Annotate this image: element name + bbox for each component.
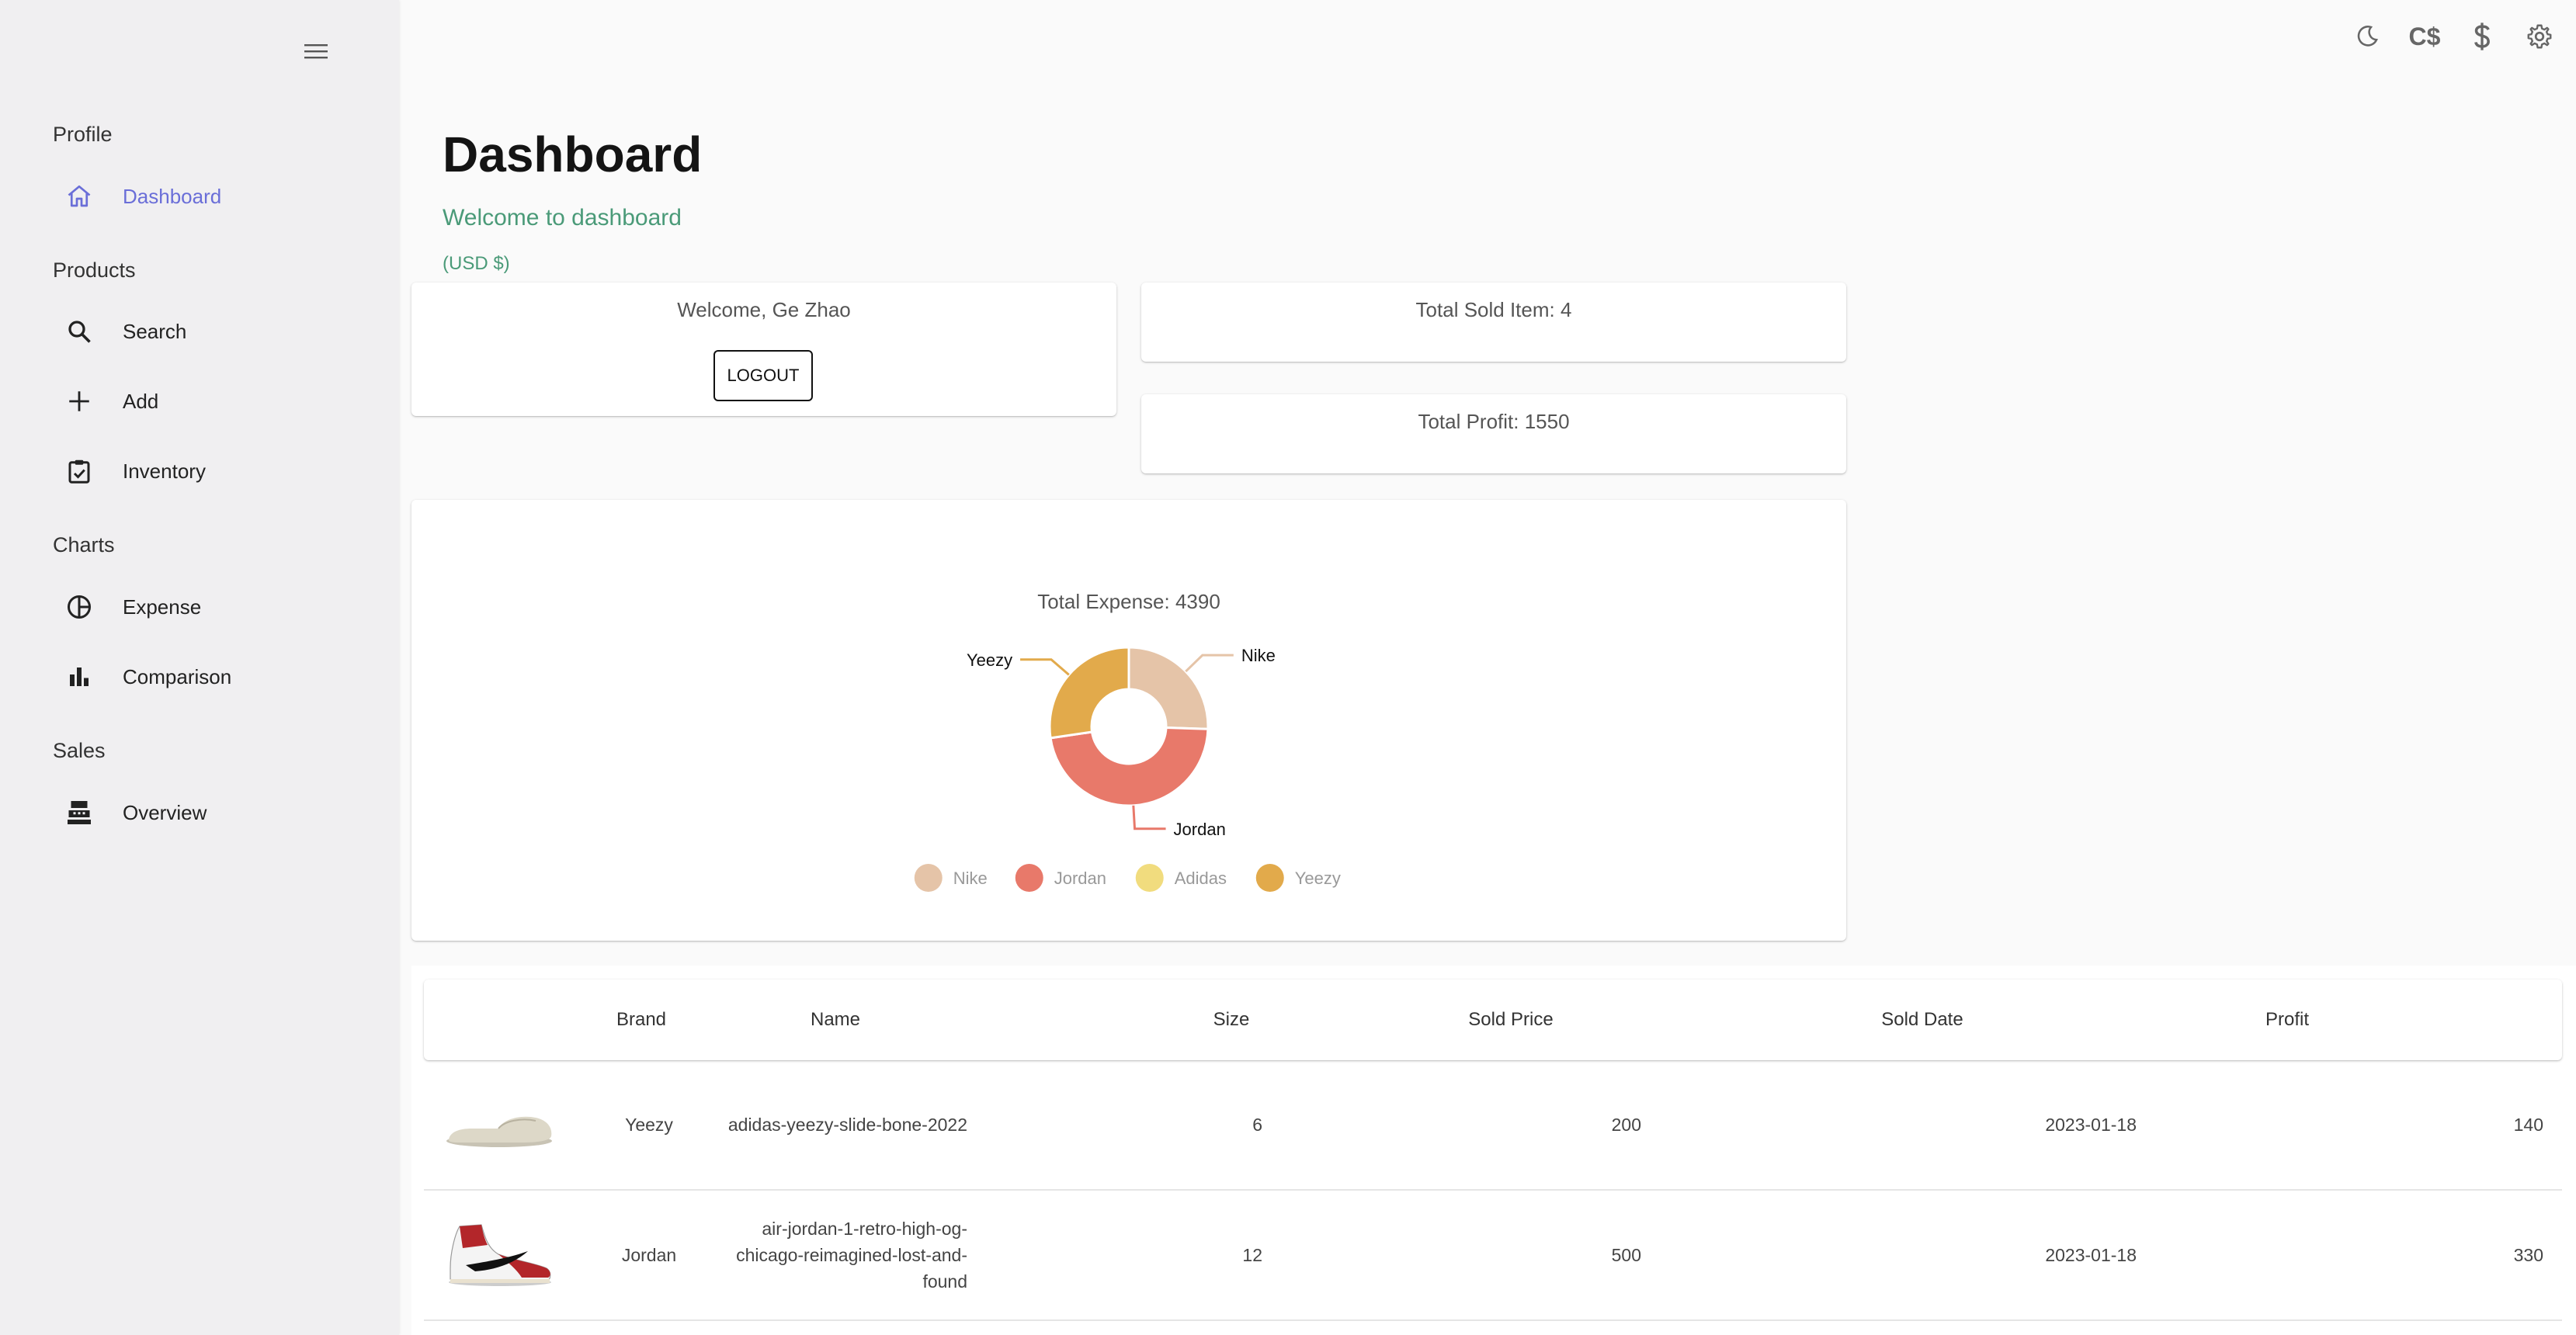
legend-swatch-yeezy[interactable] bbox=[1255, 864, 1284, 892]
sidebar-item-label: Overview bbox=[123, 800, 207, 824]
dark-mode-toggle[interactable] bbox=[2349, 19, 2385, 54]
menu-toggle-button[interactable] bbox=[299, 34, 333, 68]
slice-label-nike: Nike bbox=[1241, 646, 1276, 665]
cad-currency-button[interactable]: C$ bbox=[2407, 19, 2442, 54]
column-header-profit[interactable]: Profit bbox=[2217, 980, 2357, 1060]
page-title: Dashboard bbox=[443, 127, 703, 182]
total-profit-card: Total Profit: 1550 bbox=[1141, 394, 1846, 473]
total-sold-text: Total Sold Item: 4 bbox=[1415, 298, 1572, 321]
product-thumbnail bbox=[444, 1060, 561, 1189]
plus-icon bbox=[64, 386, 95, 417]
welcome-text: Welcome, Ge Zhao bbox=[677, 298, 851, 321]
chart-slices bbox=[1048, 646, 1210, 807]
legend-label-adidas[interactable]: Adidas bbox=[1175, 869, 1227, 888]
home-icon bbox=[64, 181, 95, 212]
sidebar-item-label: Add bbox=[123, 389, 159, 413]
sold-price-cell: 200 bbox=[1611, 1114, 1641, 1135]
search-icon bbox=[64, 316, 95, 347]
pie-slice-nike[interactable] bbox=[1127, 646, 1210, 730]
expense-donut-chart: Total Expense: 4390 Nike Jordan Yeezy Nike… bbox=[914, 590, 1341, 892]
sidebar-item-expense[interactable]: Expense bbox=[53, 580, 379, 634]
name-cell: adidas-yeezy-slide-bone-2022 bbox=[727, 1114, 967, 1135]
section-label-charts: Charts bbox=[53, 533, 115, 557]
bar-chart-icon bbox=[64, 661, 95, 692]
pie-slice-jordan[interactable] bbox=[1049, 726, 1210, 807]
section-label-sales: Sales bbox=[53, 739, 106, 762]
section-label-products: Products bbox=[53, 258, 136, 282]
legend-label-jordan[interactable]: Jordan bbox=[1054, 869, 1106, 888]
column-header-sold-price[interactable]: Sold Price bbox=[1418, 980, 1604, 1060]
column-header-brand[interactable]: Brand bbox=[579, 980, 703, 1060]
sidebar-item-add[interactable]: Add bbox=[53, 374, 379, 428]
sidebar-item-label: Inventory bbox=[123, 459, 206, 483]
slice-label-yeezy: Yeezy bbox=[967, 650, 1012, 670]
sold-date-cell: 2023-01-18 bbox=[2045, 1114, 2137, 1135]
gear-icon bbox=[2527, 24, 2552, 49]
yeezy-slide-thumbnail bbox=[446, 1116, 552, 1147]
table-row[interactable]: Jordan air-jordan-1-retro-high-og-chicag… bbox=[424, 1191, 2562, 1321]
chart-legend: Nike Jordan Adidas Yeezy bbox=[914, 864, 1341, 892]
settings-button[interactable] bbox=[2522, 19, 2557, 54]
table-header: Brand Name Size Sold Price Sold Date Pro… bbox=[424, 980, 2562, 1060]
leader-line-yeezy bbox=[1020, 658, 1070, 676]
legend-swatch-jordan[interactable] bbox=[1015, 864, 1043, 892]
section-label-profile: Profile bbox=[53, 123, 113, 146]
currency-indicator: (USD $) bbox=[443, 253, 510, 274]
product-thumbnail bbox=[444, 1191, 561, 1319]
usd-currency-icon bbox=[2474, 23, 2490, 50]
sidebar-item-overview[interactable]: Overview bbox=[53, 785, 379, 840]
column-header-size[interactable]: Size bbox=[1169, 980, 1293, 1060]
legend-label-yeezy[interactable]: Yeezy bbox=[1295, 869, 1341, 888]
size-cell: 12 bbox=[1242, 1244, 1262, 1265]
brand-cell: Jordan bbox=[621, 1244, 677, 1265]
sidebar: Profile Dashboard Products Search Add In… bbox=[0, 0, 399, 1335]
cad-currency-icon: C$ bbox=[2408, 22, 2441, 50]
sidebar-item-label: Expense bbox=[123, 595, 202, 619]
pie-slice-yeezy[interactable] bbox=[1048, 646, 1130, 740]
total-sold-card: Total Sold Item: 4 bbox=[1141, 283, 1846, 362]
chart-title: Total Expense: 4390 bbox=[1037, 590, 1220, 613]
sidebar-item-comparison[interactable]: Comparison bbox=[53, 650, 379, 704]
sales-table: Brand Name Size Sold Price Sold Date Pro… bbox=[411, 966, 2576, 1335]
legend-label-nike[interactable]: Nike bbox=[953, 869, 988, 888]
slice-label-jordan: Jordan bbox=[1174, 820, 1226, 839]
column-header-sold-date[interactable]: Sold Date bbox=[1821, 980, 2023, 1060]
total-profit-text: Total Profit: 1550 bbox=[1418, 410, 1570, 433]
legend-swatch-adidas[interactable] bbox=[1135, 864, 1164, 892]
leader-line-nike bbox=[1185, 654, 1234, 673]
size-cell: 6 bbox=[1252, 1114, 1262, 1135]
column-header-name[interactable]: Name bbox=[711, 980, 960, 1060]
table-row[interactable]: Yeezy adidas-yeezy-slide-bone-2022 6 200… bbox=[424, 1060, 2562, 1191]
sidebar-item-label: Search bbox=[123, 319, 187, 343]
page-subtitle: Welcome to dashboard bbox=[443, 205, 682, 231]
sidebar-item-search[interactable]: Search bbox=[53, 304, 379, 359]
cash-register-icon bbox=[64, 797, 95, 828]
legend-swatch-nike[interactable] bbox=[914, 864, 943, 892]
sidebar-item-inventory[interactable]: Inventory bbox=[53, 444, 379, 498]
logout-button[interactable]: LOGOUT bbox=[713, 350, 813, 401]
leader-line-jordan bbox=[1132, 805, 1166, 830]
profit-cell: 140 bbox=[2513, 1114, 2543, 1135]
usd-currency-button[interactable] bbox=[2464, 19, 2500, 54]
profit-cell: 330 bbox=[2513, 1244, 2543, 1265]
sidebar-item-label: Dashboard bbox=[123, 184, 222, 208]
moon-icon bbox=[2357, 26, 2378, 47]
name-cell: air-jordan-1-retro-high-og-chicago-reima… bbox=[736, 1219, 967, 1292]
expense-chart-card: Total Expense: 4390 Nike Jordan Yeezy Nike… bbox=[411, 500, 1846, 941]
sold-price-cell: 500 bbox=[1611, 1244, 1641, 1265]
topbar-actions: C$ bbox=[2349, 19, 2557, 54]
brand-cell: Yeezy bbox=[625, 1114, 673, 1135]
pie-chart-icon bbox=[64, 591, 95, 622]
sold-date-cell: 2023-01-18 bbox=[2045, 1244, 2137, 1265]
clipboard-check-icon bbox=[64, 456, 95, 487]
jordan-1-thumbnail bbox=[449, 1224, 551, 1286]
sidebar-item-dashboard[interactable]: Dashboard bbox=[53, 169, 379, 224]
hamburger-menu-icon bbox=[304, 44, 328, 59]
sidebar-item-label: Comparison bbox=[123, 664, 232, 688]
